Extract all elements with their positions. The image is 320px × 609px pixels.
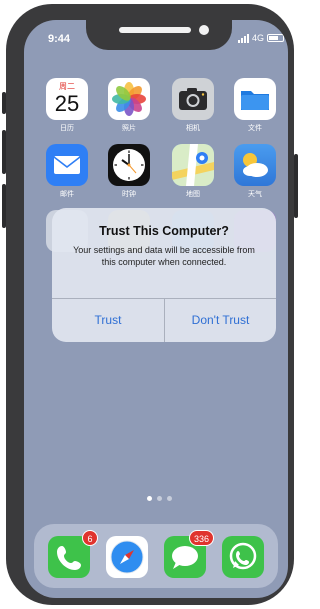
battery-icon	[267, 34, 285, 42]
dock: 6 336	[34, 524, 278, 588]
trust-button[interactable]: Trust	[52, 298, 164, 342]
app-label: 日历	[60, 125, 74, 132]
app-label: 邮件	[60, 191, 74, 198]
app-files[interactable]: 文件	[234, 78, 276, 133]
app-camera[interactable]: 相机	[172, 78, 214, 133]
signal-icon	[238, 33, 249, 43]
page-dot	[157, 496, 162, 501]
app-weather[interactable]: 天气	[234, 144, 276, 199]
app-label: 文件	[248, 125, 262, 132]
camera-icon	[172, 78, 214, 120]
clock-icon	[108, 144, 150, 186]
speaker-grille	[119, 27, 191, 33]
dock-app-whatsapp[interactable]	[222, 536, 264, 578]
app-maps[interactable]: 地图	[172, 144, 214, 199]
status-time: 9:44	[48, 33, 71, 45]
whatsapp-icon	[229, 542, 257, 570]
app-label: 天气	[248, 191, 262, 198]
mute-switch	[2, 92, 6, 114]
app-calendar[interactable]: 周二 25 日历	[46, 78, 88, 133]
folder-icon	[234, 78, 276, 120]
page-dot	[167, 496, 172, 501]
calendar-day: 25	[54, 91, 80, 116]
app-clock[interactable]: 时钟	[108, 144, 150, 199]
compass-icon	[110, 540, 144, 574]
front-camera	[199, 25, 209, 35]
dialog-title: Trust This Computer?	[99, 224, 229, 238]
calendar-icon: 周二 25	[46, 78, 88, 120]
app-label: 时钟	[122, 191, 136, 198]
weather-icon	[234, 144, 276, 186]
app-label: 照片	[122, 125, 136, 132]
dock-app-safari[interactable]	[106, 536, 148, 578]
phone-frame: 9:44 4G 周二 25 日历 照片 相机 文件 邮件 时钟 地图 天气 Tr…	[2, 4, 298, 605]
page-indicator[interactable]	[147, 496, 172, 501]
mail-icon	[46, 144, 88, 186]
page-dot	[147, 496, 152, 501]
messages-badge: 336	[189, 530, 215, 546]
home-screen: 9:44 4G 周二 25 日历 照片 相机 文件 邮件 时钟 地图 天气 Tr…	[24, 20, 288, 598]
dont-trust-button[interactable]: Don't Trust	[165, 298, 276, 342]
power-button	[294, 154, 298, 218]
dialog-message: Your settings and data will be accessibl…	[73, 245, 255, 267]
notch	[86, 20, 232, 50]
trust-alert-dialog: Trust This Computer? Your settings and d…	[52, 208, 276, 342]
network-type: 4G	[252, 33, 265, 43]
app-photos[interactable]: 照片	[108, 78, 150, 133]
app-mail[interactable]: 邮件	[46, 144, 88, 199]
app-label: 地图	[186, 191, 200, 198]
volume-down-button	[2, 184, 6, 228]
phone-badge: 6	[82, 530, 98, 546]
photos-icon	[108, 78, 150, 120]
map-icon	[172, 144, 214, 186]
app-label: 相机	[186, 125, 200, 132]
status-right: 4G	[238, 33, 285, 43]
volume-up-button	[2, 130, 6, 174]
